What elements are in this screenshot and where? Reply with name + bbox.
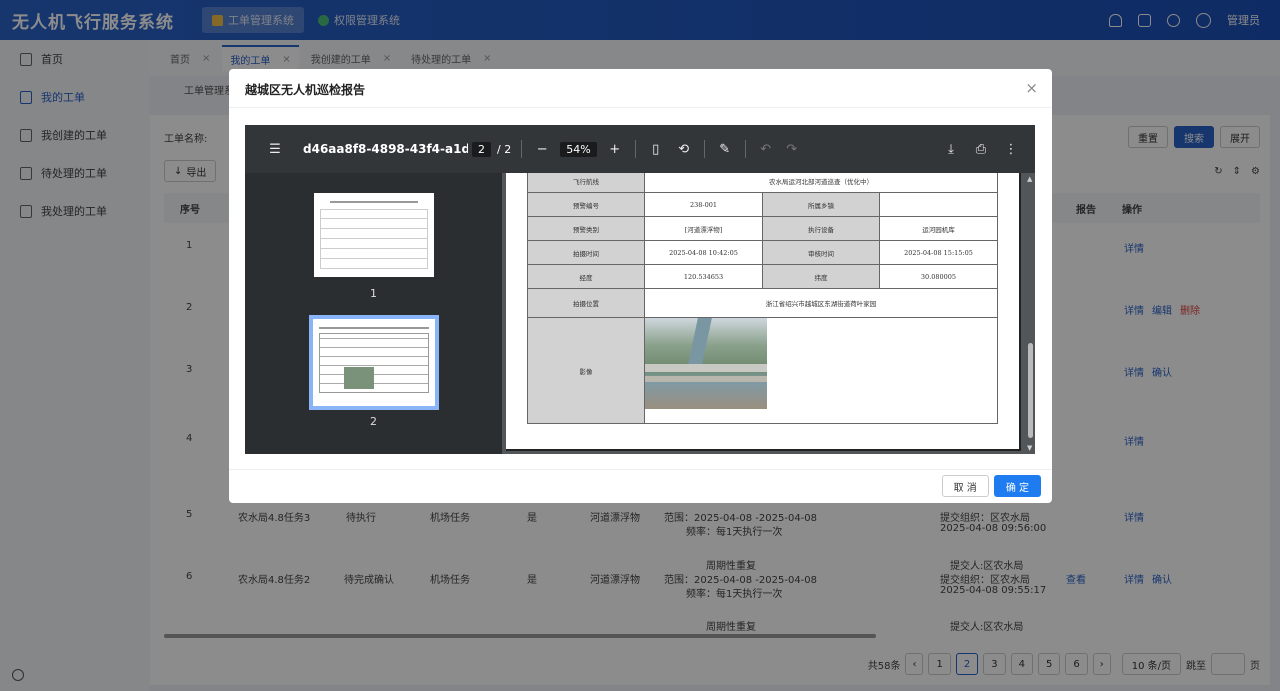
pdf-filename: d46aa8f8-4898-43f4-a1de... xyxy=(303,142,468,156)
table-row: 拍摄位置 浙江省绍兴市越城区东湖街道荷叶家园 xyxy=(527,288,998,318)
fit-page-icon[interactable]: ▯ xyxy=(646,142,666,157)
print-icon[interactable]: ⎙ xyxy=(971,142,991,157)
pdf-viewer: ☰ d46aa8f8-4898-43f4-a1de... 2 / 2 − 54%… xyxy=(245,125,1035,454)
table-row: 拍摄时间 2025-04-08 10:42:05 审核时间 2025-04-08 15… xyxy=(527,240,998,265)
pdf-page: 飞行航线 农水局运河北部河道巡查（优化中） 预警编号 238-001 所属乡镇 预警类… xyxy=(506,173,1021,451)
report-table: 飞行航线 农水局运河北部河道巡查（优化中） 预警编号 238-001 所属乡镇 预警类… xyxy=(527,173,998,424)
table-row: 预警类别 [河道漂浮物] 执行设备 运河园机库 xyxy=(527,216,998,241)
cancel-button[interactable]: 取 消 xyxy=(941,475,989,497)
page-thumbnail-2[interactable] xyxy=(309,315,439,410)
pdf-toolbar: ☰ d46aa8f8-4898-43f4-a1de... 2 / 2 − 54%… xyxy=(245,125,1035,173)
download-icon[interactable]: ⤓ xyxy=(941,142,961,157)
thumbnail-panel: 1 2 xyxy=(245,173,502,454)
rotate-icon[interactable]: ⟲ xyxy=(674,142,694,157)
undo-icon[interactable]: ↶ xyxy=(756,142,776,157)
drone-photo xyxy=(645,318,767,409)
more-icon[interactable]: ⋮ xyxy=(1001,142,1021,157)
menu-icon[interactable]: ☰ xyxy=(265,142,285,157)
ok-button[interactable]: 确 定 xyxy=(993,475,1041,497)
thumbnail-label-2: 2 xyxy=(370,415,377,428)
zoom-input[interactable]: 54% xyxy=(560,141,597,157)
table-row: 飞行航线 农水局运河北部河道巡查（优化中） xyxy=(527,173,998,193)
close-icon[interactable]: × xyxy=(1025,79,1038,97)
redo-icon[interactable]: ↷ xyxy=(782,142,802,157)
page-number-input[interactable]: 2 xyxy=(472,141,491,157)
page-count: / 2 xyxy=(497,142,512,156)
table-row: 影像 xyxy=(527,317,998,424)
modal-title: 越城区无人机巡检报告 xyxy=(245,83,366,97)
table-row: 经度 120.534653 纬度 30.080005 xyxy=(527,264,998,289)
zoom-in-icon[interactable]: + xyxy=(605,142,625,157)
report-modal: 越城区无人机巡检报告 × ☰ d46aa8f8-4898-43f4-a1de..… xyxy=(229,69,1052,503)
page-thumbnail-1[interactable] xyxy=(314,193,434,277)
thumbnail-label-1: 1 xyxy=(370,287,377,300)
zoom-out-icon[interactable]: − xyxy=(532,142,552,157)
pdf-scrollbar[interactable]: ▲ ▼ xyxy=(1025,173,1035,454)
table-row: 预警编号 238-001 所属乡镇 xyxy=(527,192,998,217)
annotate-icon[interactable]: ✎ xyxy=(715,142,735,157)
pdf-page-view: 飞行航线 农水局运河北部河道巡查（优化中） 预警编号 238-001 所属乡镇 预警类… xyxy=(502,173,1035,454)
